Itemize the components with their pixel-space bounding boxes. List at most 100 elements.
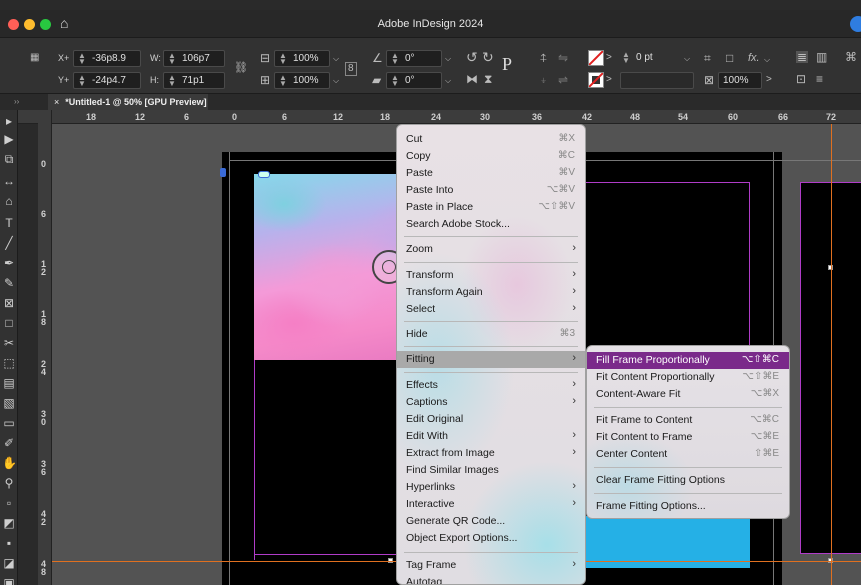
pencil-tool-icon[interactable]: ✎ [2,276,16,290]
constrain-proportions-icon[interactable]: ⛓ [234,62,248,74]
tab-close-icon[interactable]: × [54,97,59,107]
direction-p-icon[interactable]: P [502,55,512,73]
submenu-item-frame-fitting-options[interactable]: Frame Fitting Options... [587,498,789,515]
submenu-item-content-aware-fit[interactable]: Content-Aware Fit ⌥⌘X [587,386,789,403]
flip-horizontal-icon[interactable]: ⧓ [466,73,478,85]
menu-item-cut[interactable]: Cut ⌘X [397,131,585,148]
submenu-item-center-content[interactable]: Center Content ⇧⌘E [587,446,789,463]
menu-item-paste-into[interactable]: Paste Into ⌥⌘V [397,182,585,199]
submenu-item-fill-frame-proportionally[interactable]: Fill Frame Proportionally ⌥⇧⌘C [587,352,789,369]
menu-item-autotag[interactable]: Autotag [397,574,585,584]
document-tab[interactable]: × *Untitled-1 @ 50% [GPU Preview] [48,94,208,110]
select-previous-icon[interactable]: ⇋ [558,52,568,64]
stroke-swatch-icon[interactable] [588,72,604,88]
distribute-icon[interactable]: ⊡ [796,73,806,85]
opacity-field[interactable]: 100% [718,72,762,89]
shear-dropdown-icon[interactable]: ⌵ [445,76,451,86]
selection-tool-icon[interactable]: ▸ [2,114,16,128]
scale-y-dropdown-icon[interactable]: ⌵ [333,76,339,86]
menu-item-search-adobe-stock[interactable]: Search Adobe Stock... [397,216,585,233]
gradient-swatch-tool-icon[interactable]: ▤ [2,376,16,390]
vertical-ruler[interactable]: 0 6 1 2 1 8 2 4 3 0 3 6 4 2 4 8 [38,110,52,585]
scissors-tool-icon[interactable]: ✂ [2,336,16,350]
menu-item-captions[interactable]: Captions › [397,394,585,411]
content-collector-icon[interactable]: ⌂ [2,194,16,208]
menu-item-effects[interactable]: Effects › [397,377,585,394]
menu-item-transform-again[interactable]: Transform Again › [397,284,585,301]
eyedropper-tool-icon[interactable]: ✐ [2,436,16,450]
submenu-item-fit-content-proportionally[interactable]: Fit Content Proportionally ⌥⇧⌘E [587,369,789,386]
rectangle-tool-icon[interactable]: □ [2,316,16,330]
rotate-cw-icon[interactable]: ↻ [482,50,494,64]
menu-item-interactive[interactable]: Interactive › [397,496,585,513]
scale-x-dropdown-icon[interactable]: ⌵ [333,54,339,64]
fill-dropdown-icon[interactable]: > [606,52,612,64]
menu-item-extract-from-image[interactable]: Extract from Image › [397,445,585,462]
menu-item-select[interactable]: Select › [397,301,585,318]
stroke-dropdown-icon[interactable]: > [606,74,612,86]
frame-icon[interactable]: □ [726,52,733,64]
direct-selection-tool-icon[interactable]: ▶ [2,132,16,146]
height-field[interactable]: ▲ ▼ 71p1 [163,72,225,89]
rectangle-frame-tool-icon[interactable]: ⊠ [2,296,16,310]
formatting-icon[interactable]: ▪ [2,536,16,550]
fx-dropdown-icon[interactable]: ⌵ [764,55,770,65]
line-tool-icon[interactable]: ╱ [2,236,16,250]
corner-options-icon[interactable]: ⌗ [704,52,711,64]
submenu-item-fit-frame-to-content[interactable]: Fit Frame to Content ⌥⌘C [587,412,789,429]
collapse-toolbar-icon[interactable]: ›› [14,96,19,108]
menu-item-generate-qr-code[interactable]: Generate QR Code... [397,513,585,530]
select-container-icon[interactable]: ⍏ [540,52,547,64]
menu-item-copy[interactable]: Copy ⌘C [397,148,585,165]
fill-stroke-icon[interactable]: ◩ [2,516,16,530]
flip-vertical-icon[interactable]: ⧗ [484,73,492,85]
menu-item-tag-frame[interactable]: Tag Frame › [397,557,585,574]
menu-item-find-similar-images[interactable]: Find Similar Images [397,462,585,479]
menu-item-paste[interactable]: Paste ⌘V [397,165,585,182]
gap-tool-icon[interactable]: ↔ [2,174,16,188]
stroke-type-dropdown[interactable] [620,72,694,89]
fx-label[interactable]: fx. [748,52,760,64]
scale-x-field[interactable]: ▲ ▼ 100% [274,50,330,67]
align-bottom-icon[interactable]: ≡ [816,73,823,85]
width-field[interactable]: ▲ ▼ 106p7 [163,50,225,67]
link-badge-icon[interactable] [258,171,270,178]
rotation-angle-field[interactable]: ▲ ▼ 0° [386,50,442,67]
select-content-icon[interactable]: ⍖ [540,74,547,86]
menu-item-edit-original[interactable]: Edit Original [397,411,585,428]
menu-item-fitting[interactable]: Fitting › [397,351,585,368]
menu-item-hyperlinks[interactable]: Hyperlinks › [397,479,585,496]
note-tool-icon[interactable]: ▭ [2,416,16,430]
user-avatar[interactable] [850,16,861,32]
menu-item-zoom[interactable]: Zoom › [397,241,585,258]
menu-item-object-export-options[interactable]: Object Export Options... [397,530,585,547]
opacity-dropdown-icon[interactable]: > [766,74,772,86]
reference-point-icon[interactable]: ▦ [30,52,39,64]
stroke-weight-dropdown-icon[interactable]: ⌵ [684,54,690,64]
menu-item-edit-with[interactable]: Edit With › [397,428,585,445]
page-tool-icon[interactable]: ⧉ [2,152,16,166]
type-tool-icon[interactable]: T [2,216,16,230]
y-position-field[interactable]: ▲ ▼ -24p4.7 [73,72,141,89]
align-left-icon[interactable]: ≣ [796,51,809,63]
rotation-dropdown-icon[interactable]: ⌵ [445,54,451,64]
select-next-icon[interactable]: ⇌ [558,74,568,86]
scale-y-field[interactable]: ▲ ▼ 100% [274,72,330,89]
align-center-icon[interactable]: ▥ [816,51,827,63]
submenu-item-clear-frame-fitting-options[interactable]: Clear Frame Fitting Options [587,472,789,489]
screen-mode-icon[interactable]: ▣ [2,576,16,585]
menu-item-paste-in-place[interactable]: Paste in Place ⌥⇧⌘V [397,199,585,216]
rotate-ccw-icon[interactable]: ↺ [466,50,478,64]
fill-swatch-icon[interactable] [588,50,604,66]
menu-item-transform[interactable]: Transform › [397,267,585,284]
pen-tool-icon[interactable]: ✒ [2,256,16,270]
gradient-feather-tool-icon[interactable]: ▧ [2,396,16,410]
free-transform-tool-icon[interactable]: ⬚ [2,356,16,370]
stroke-weight-field[interactable]: ▲ ▼ 0 pt [618,50,682,67]
hand-tool-icon[interactable]: ✋ [2,456,17,470]
zoom-tool-icon[interactable]: ⚲ [2,476,16,490]
panel-more-icon[interactable]: ⌘ [845,51,857,63]
constrain-scale-icon[interactable]: 8 [345,62,357,76]
apply-none-icon[interactable]: ◪ [2,556,16,570]
menu-item-hide[interactable]: Hide ⌘3 [397,326,585,343]
